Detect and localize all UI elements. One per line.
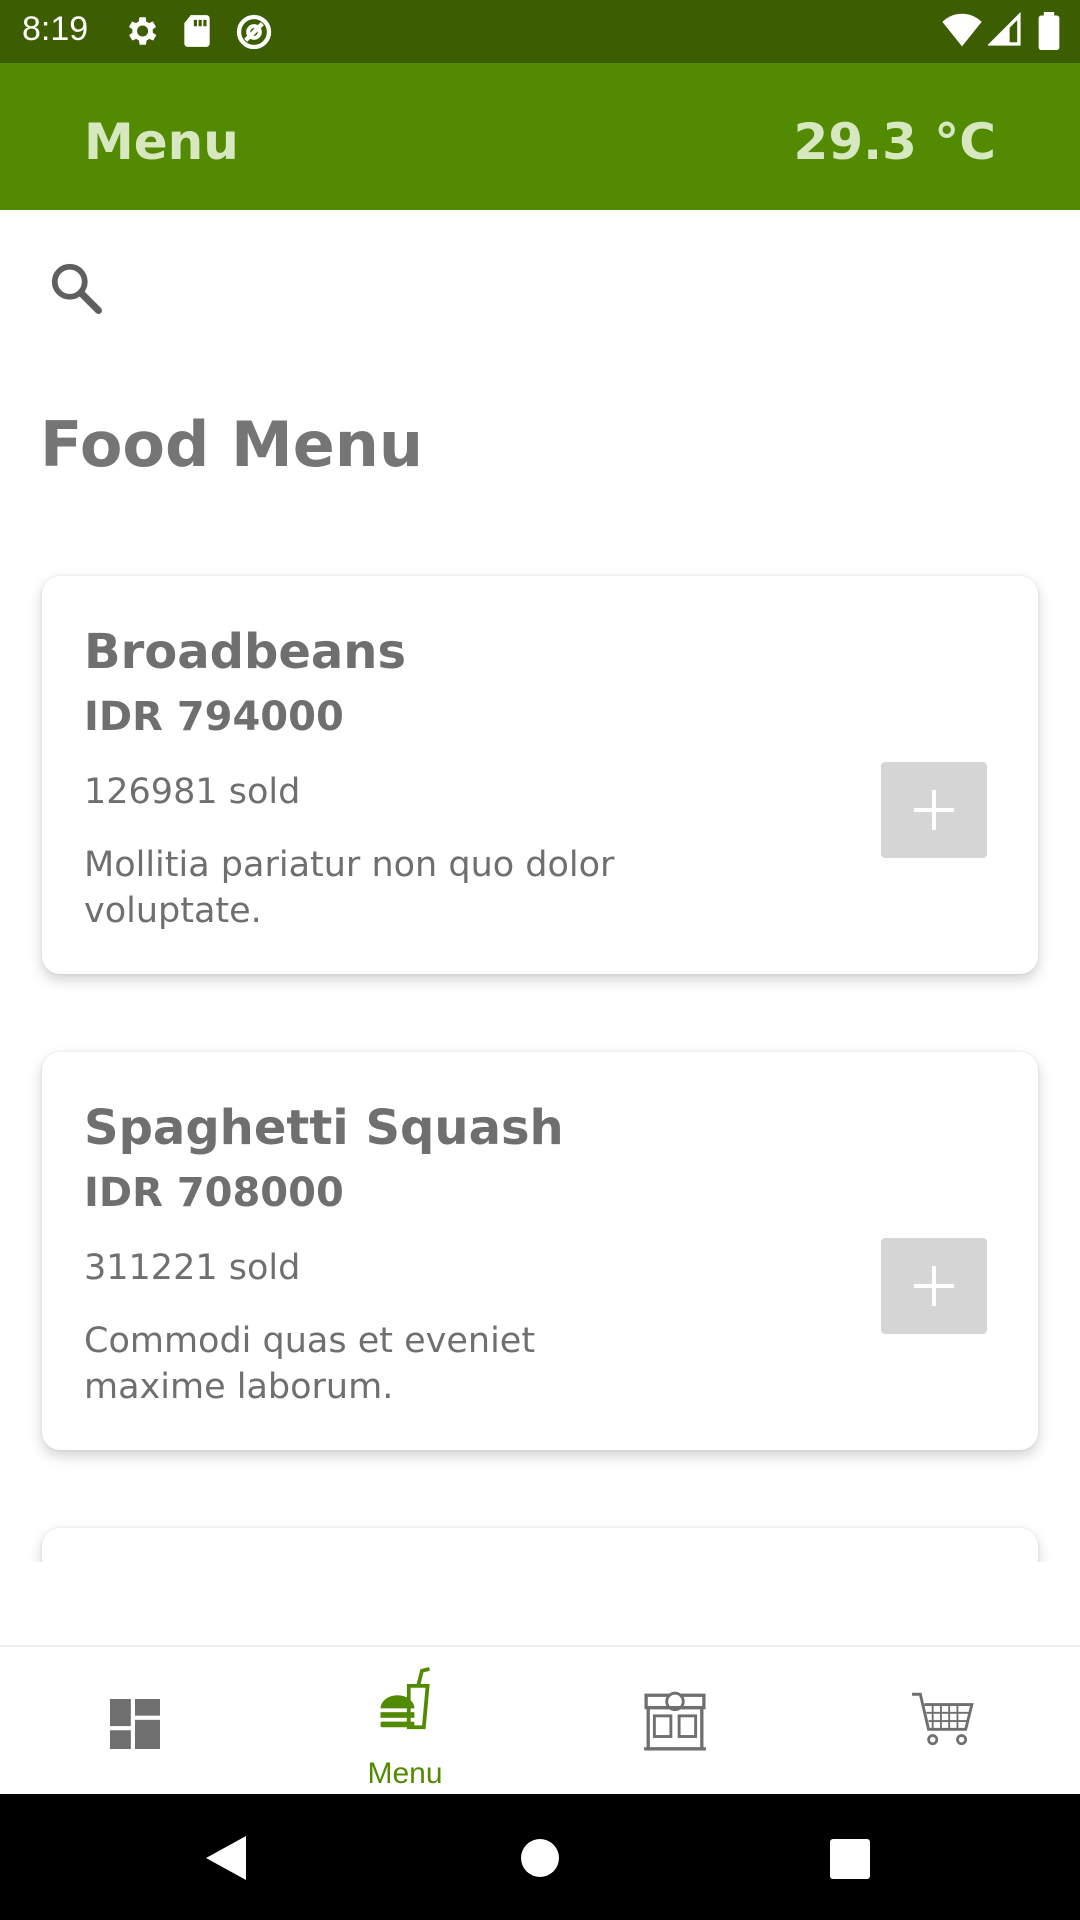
item-price: IDR 708000: [84, 1170, 344, 1216]
nav-item-store[interactable]: [540, 1647, 810, 1796]
gear-icon: [122, 12, 160, 54]
app-bar: Menu 29.3 °C: [0, 63, 1080, 210]
dashboard-icon: [110, 1699, 160, 1753]
burger-drink-icon: [376, 1667, 434, 1735]
system-navigation-bar: [0, 1794, 1080, 1920]
nav-item-menu[interactable]: Menu: [270, 1647, 540, 1796]
search-button[interactable]: [46, 258, 106, 318]
menu-card[interactable]: Broadbeans IDR 794000 126981 sold Mollit…: [42, 576, 1038, 974]
back-icon[interactable]: [206, 1836, 246, 1884]
temperature-readout: 29.3 °C: [793, 113, 996, 171]
item-description: Mollitia pariatur non quo dolor voluptat…: [84, 845, 615, 931]
home-icon[interactable]: [520, 1838, 560, 1882]
sd-card-icon: [180, 12, 214, 54]
item-name: Broadbeans: [84, 624, 407, 680]
add-to-cart-button[interactable]: [881, 762, 987, 858]
item-sold-count: 311221 sold: [84, 1248, 301, 1288]
bottom-navigation: Menu: [0, 1645, 1080, 1796]
status-time: 8:19: [22, 10, 89, 48]
page-title: Food Menu: [40, 408, 424, 481]
menu-list[interactable]: Broadbeans IDR 794000 126981 sold Mollit…: [0, 560, 1080, 1562]
item-price: IDR 794000: [84, 694, 344, 740]
signal-icon: [986, 11, 1022, 52]
store-icon: [642, 1687, 708, 1757]
menu-card[interactable]: [42, 1528, 1038, 1562]
status-bar: 8:19: [0, 0, 1080, 63]
item-sold-count: 126981 sold: [84, 772, 301, 812]
nav-label-menu: Menu: [367, 1757, 443, 1790]
app-bar-title: Menu: [84, 113, 239, 171]
nav-item-dashboard[interactable]: [0, 1647, 270, 1796]
item-name: Spaghetti Squash: [84, 1100, 564, 1156]
recents-icon[interactable]: [830, 1839, 870, 1883]
add-to-cart-button[interactable]: [881, 1238, 987, 1334]
battery-icon: [1038, 12, 1060, 54]
search-icon: [46, 263, 106, 322]
sync-icon: [234, 12, 274, 56]
item-description: Commodi quas et eveniet maxime laborum.: [84, 1321, 536, 1407]
wifi-icon: [942, 12, 982, 52]
nav-item-cart[interactable]: [810, 1647, 1080, 1796]
cart-icon: [910, 1687, 976, 1755]
menu-card[interactable]: Spaghetti Squash IDR 708000 311221 sold …: [42, 1052, 1038, 1450]
